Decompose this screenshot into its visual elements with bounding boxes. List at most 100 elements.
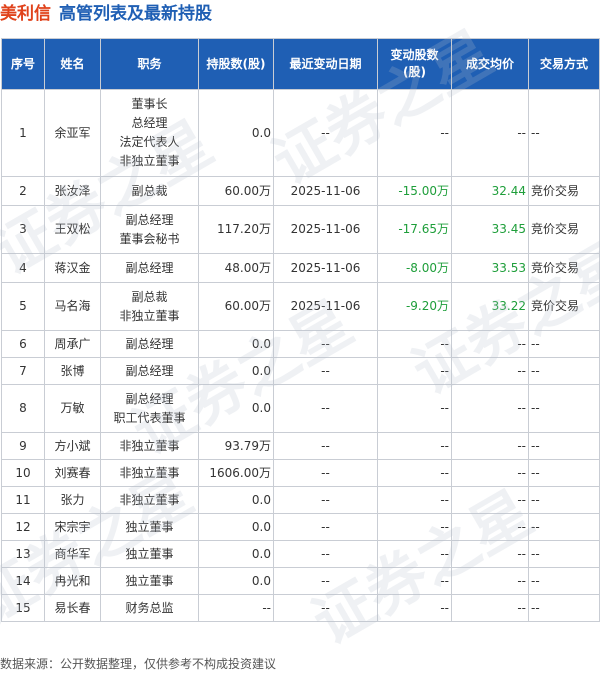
col-header-date: 最近变动日期 bbox=[273, 38, 378, 90]
cell-name: 张汝泽 bbox=[44, 176, 101, 206]
cell-change: -- bbox=[377, 330, 452, 358]
role-line: 副总经理 bbox=[125, 260, 174, 275]
header-label: (股) bbox=[242, 56, 266, 71]
col-header-role: 职务 bbox=[100, 38, 199, 90]
cell-name: 蒋汉金 bbox=[44, 253, 101, 283]
cell-name: 马名海 bbox=[44, 282, 101, 331]
role-line: 独立董事 bbox=[125, 573, 174, 588]
cell-date: -- bbox=[273, 89, 378, 177]
cell-date: -- bbox=[273, 459, 378, 487]
cell-method: -- bbox=[528, 459, 600, 487]
cell-name: 张力 bbox=[44, 486, 101, 514]
cell-shares: 117.20万 bbox=[198, 205, 274, 254]
cell-no: 10 bbox=[1, 459, 45, 487]
role-line: 副总经理 bbox=[125, 336, 174, 351]
cell-no: 6 bbox=[1, 330, 45, 358]
cell-no: 13 bbox=[1, 540, 45, 568]
cell-role: 独立董事 bbox=[100, 513, 199, 541]
cell-role: 独立董事 bbox=[100, 540, 199, 568]
cell-name: 商华军 bbox=[44, 540, 101, 568]
cell-date: -- bbox=[273, 486, 378, 514]
cell-change: -- bbox=[377, 594, 452, 622]
col-header-name: 姓名 bbox=[44, 38, 101, 90]
col-header-price: 成交均价 bbox=[451, 38, 529, 90]
cell-name: 冉光和 bbox=[44, 567, 101, 595]
cell-method: 竞价交易 bbox=[528, 253, 600, 283]
cell-date: 2025-11-06 bbox=[273, 176, 378, 206]
cell-name: 万敏 bbox=[44, 384, 101, 433]
cell-role: 副总经理 bbox=[100, 253, 199, 283]
col-header-change: 变动股数 (股) bbox=[377, 38, 452, 90]
cell-no: 9 bbox=[1, 432, 45, 460]
cell-price: 33.53 bbox=[451, 253, 529, 283]
company-name: 美利信 bbox=[0, 4, 51, 24]
cell-shares: 1606.00万 bbox=[198, 459, 274, 487]
cell-price: -- bbox=[451, 513, 529, 541]
cell-price: -- bbox=[451, 594, 529, 622]
cell-no: 14 bbox=[1, 567, 45, 595]
header-label: 序号 bbox=[10, 56, 35, 71]
cell-method: -- bbox=[528, 357, 600, 385]
role-line: 非独立董事 bbox=[119, 438, 180, 453]
cell-no: 3 bbox=[1, 205, 45, 254]
table-row: 2 张汝泽 副总裁 60.00万 2025-11-06 -15.00万 32.44 竞价交易 bbox=[1, 176, 600, 206]
cell-name: 易长春 bbox=[44, 594, 101, 622]
header-label: (股) bbox=[403, 65, 426, 79]
cell-name: 王双松 bbox=[44, 205, 101, 254]
cell-shares: -- bbox=[198, 594, 274, 622]
cell-change: -- bbox=[377, 513, 452, 541]
cell-role: 副总经理 职工代表董事 bbox=[100, 384, 199, 433]
cell-shares: 0.0 bbox=[198, 567, 274, 595]
cell-shares: 0.0 bbox=[198, 89, 274, 177]
cell-method: 竞价交易 bbox=[528, 176, 600, 206]
cell-name: 方小斌 bbox=[44, 432, 101, 460]
col-header-no: 序号 bbox=[1, 38, 45, 90]
table-row: 6 周承广 副总经理 0.0 -- -- -- -- bbox=[1, 330, 600, 358]
cell-role: 非独立董事 bbox=[100, 486, 199, 514]
cell-shares: 60.00万 bbox=[198, 282, 274, 331]
page-title: 美利信 高管列表及最新持股 bbox=[0, 0, 212, 32]
table-row: 11 张力 非独立董事 0.0 -- -- -- -- bbox=[1, 486, 600, 514]
cell-no: 12 bbox=[1, 513, 45, 541]
role-line: 非独立董事 bbox=[119, 308, 180, 323]
cell-name: 宋宗宇 bbox=[44, 513, 101, 541]
cell-price: -- bbox=[451, 540, 529, 568]
cell-date: -- bbox=[273, 567, 378, 595]
role-line: 副总经理 bbox=[125, 363, 174, 378]
cell-date: 2025-11-06 bbox=[273, 253, 378, 283]
cell-change: -- bbox=[377, 567, 452, 595]
cell-name: 余亚军 bbox=[44, 89, 101, 177]
executives-table: 序号 姓名 职务 持股数(股) 最近变动日期 变动股数(股) 成交均价 交易方式 1 余亚军 董事… bbox=[1, 38, 600, 622]
role-line: 总经理 bbox=[131, 116, 168, 130]
cell-role: 董事长 总经理 法定代表人 非独立董事 bbox=[100, 89, 199, 177]
role-line: 财务总监 bbox=[125, 600, 174, 615]
cell-method: -- bbox=[528, 486, 600, 514]
cell-change: -- bbox=[377, 432, 452, 460]
cell-no: 7 bbox=[1, 357, 45, 385]
cell-price: -- bbox=[451, 89, 529, 177]
header-label: 最近变动日期 bbox=[289, 56, 362, 71]
role-line: 董事长 bbox=[131, 97, 168, 111]
cell-date: -- bbox=[273, 330, 378, 358]
cell-date: -- bbox=[273, 540, 378, 568]
role-line: 非独立董事 bbox=[119, 154, 180, 168]
table-row: 8 万敏 副总经理 职工代表董事 0.0 -- -- -- -- bbox=[1, 384, 600, 433]
cell-price: -- bbox=[451, 357, 529, 385]
table-row: 1 余亚军 董事长 总经理 法定代表人 非独立董事 0.0 -- -- -- -- bbox=[1, 89, 600, 177]
col-header-method: 交易方式 bbox=[528, 38, 600, 90]
cell-price: -- bbox=[451, 486, 529, 514]
cell-name: 周承广 bbox=[44, 330, 101, 358]
cell-change: -17.65万 bbox=[377, 205, 452, 254]
role-line: 副总裁 bbox=[131, 289, 168, 304]
cell-role: 副总裁 非独立董事 bbox=[100, 282, 199, 331]
cell-shares: 0.0 bbox=[198, 357, 274, 385]
cell-date: -- bbox=[273, 432, 378, 460]
cell-change: -8.00万 bbox=[377, 253, 452, 283]
cell-role: 非独立董事 bbox=[100, 432, 199, 460]
cell-role: 非独立董事 bbox=[100, 459, 199, 487]
cell-shares: 0.0 bbox=[198, 513, 274, 541]
cell-change: -- bbox=[377, 89, 452, 177]
cell-role: 副总经理 bbox=[100, 330, 199, 358]
cell-no: 11 bbox=[1, 486, 45, 514]
cell-method: -- bbox=[528, 594, 600, 622]
